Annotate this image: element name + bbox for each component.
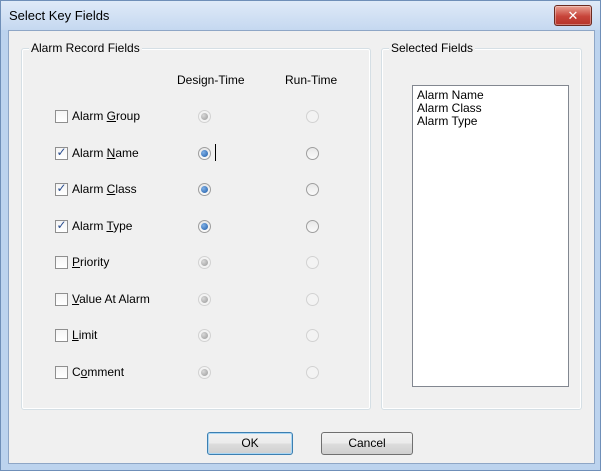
design-time-radio-priority[interactable] [198,256,211,269]
radio-dot-icon [201,259,208,266]
checkbox-alarm-name[interactable]: ✓ [55,145,68,160]
alarm-field-row-comment: Comment [22,363,368,383]
selected-field-item[interactable]: Alarm Type [413,115,568,128]
design-time-radio-comment[interactable] [198,366,211,379]
radio-dot-icon [201,223,208,230]
alarm-field-row-priority: Priority [22,253,368,273]
run-time-radio-priority[interactable] [306,256,319,269]
design-time-radio-alarm-type[interactable] [198,220,211,233]
radio-dot-icon [201,113,208,120]
alarm-field-row-alarm-class: ✓ Alarm Class [22,180,368,200]
focus-caret [215,144,216,161]
checkbox-alarm-class[interactable]: ✓ [55,181,68,196]
run-time-radio-value-at-alarm[interactable] [306,293,319,306]
alarm-record-fields-legend: Alarm Record Fields [29,41,142,55]
checkbox-value-at-alarm[interactable] [55,293,68,306]
selected-fields-legend: Selected Fields [389,41,476,55]
cancel-button[interactable]: Cancel [321,432,413,455]
field-label-alarm-class[interactable]: Alarm Class [72,182,137,196]
run-time-radio-alarm-name[interactable] [306,147,319,160]
run-time-radio-alarm-type[interactable] [306,220,319,233]
check-icon: ✓ [56,145,67,159]
close-button[interactable]: ✕ [554,5,592,26]
field-label-priority[interactable]: Priority [72,255,109,269]
title-bar[interactable]: Select Key Fields ✕ [1,1,600,30]
alarm-record-fields-group: Alarm Record Fields Design-Time Run-Time… [21,41,371,410]
dialog-window: Select Key Fields ✕ Alarm Record Fields … [0,0,601,471]
field-label-limit[interactable]: Limit [72,328,97,342]
checkbox-comment[interactable] [55,366,68,379]
radio-dot-icon [201,332,208,339]
run-time-radio-limit[interactable] [306,329,319,342]
check-icon: ✓ [56,181,67,195]
field-label-value-at-alarm[interactable]: Value At Alarm [72,292,150,306]
alarm-field-row-alarm-group: Alarm Group [22,107,368,127]
design-time-radio-value-at-alarm[interactable] [198,293,211,306]
field-label-alarm-type[interactable]: Alarm Type [72,219,132,233]
run-time-radio-alarm-class[interactable] [306,183,319,196]
field-label-alarm-name[interactable]: Alarm Name [72,146,139,160]
selected-fields-items: Alarm Name Alarm Class Alarm Type [413,86,568,128]
radio-dot-icon [201,369,208,376]
design-time-radio-alarm-class[interactable] [198,183,211,196]
window-title: Select Key Fields [9,8,110,23]
design-time-header: Design-Time [177,73,245,87]
radio-dot-icon [201,150,208,157]
alarm-field-row-alarm-name: ✓ Alarm Name [22,144,368,164]
checkbox-alarm-type[interactable]: ✓ [55,218,68,233]
checkbox-priority[interactable] [55,256,68,269]
design-time-radio-alarm-name[interactable] [198,147,211,160]
alarm-field-row-value-at-alarm: Value At Alarm [22,290,368,310]
dialog-body: Alarm Record Fields Design-Time Run-Time… [8,30,595,464]
design-time-radio-limit[interactable] [198,329,211,342]
alarm-field-row-alarm-type: ✓ Alarm Type [22,217,368,237]
radio-dot-icon [201,186,208,193]
alarm-field-row-limit: Limit [22,326,368,346]
checkbox-limit[interactable] [55,329,68,342]
checkbox-alarm-group[interactable] [55,110,68,123]
close-icon: ✕ [567,8,579,23]
field-label-alarm-group[interactable]: Alarm Group [72,109,140,123]
check-icon: ✓ [56,218,67,232]
run-time-radio-comment[interactable] [306,366,319,379]
field-label-comment[interactable]: Comment [72,365,124,379]
ok-button[interactable]: OK [207,432,293,455]
radio-dot-icon [201,296,208,303]
selected-fields-group: Selected Fields Alarm Name Alarm Class Ala… [381,41,582,410]
run-time-header: Run-Time [285,73,338,87]
selected-fields-listbox[interactable]: Alarm Name Alarm Class Alarm Type [412,85,569,387]
run-time-radio-alarm-group[interactable] [306,110,319,123]
design-time-radio-alarm-group[interactable] [198,110,211,123]
